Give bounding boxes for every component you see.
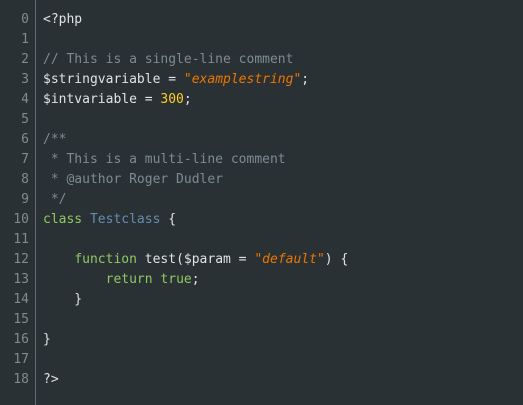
code-line[interactable]: 15	[0, 310, 523, 330]
line-number: 6	[21, 132, 29, 147]
code-line[interactable]: 4 $intvariable = 300;	[0, 90, 523, 110]
line-number: 14	[13, 292, 29, 307]
line-code: /**	[43, 130, 66, 150]
code-lines: 0 <?php 1 2// This is a single-line comment…	[0, 10, 523, 390]
code-line[interactable]: 6 /**	[0, 130, 523, 150]
code-line[interactable]: 1	[0, 30, 523, 50]
code-token-class: Testclass	[89, 212, 161, 227]
line-code: $stringvariable = "examplestring";	[43, 70, 309, 90]
code-token-plain: <?php	[43, 12, 83, 27]
line-number: 11	[13, 232, 29, 247]
code-token-plain: ;	[191, 272, 200, 287]
line-code: }	[43, 290, 82, 310]
line-number: 13	[13, 272, 29, 287]
code-token-plain: ?>	[43, 372, 59, 387]
line-number: 0	[21, 12, 29, 27]
code-token-var: $intvariable =	[43, 92, 161, 107]
code-token-comment: // This is a single-line comment	[43, 52, 294, 67]
line-number: 4	[21, 92, 29, 107]
code-line[interactable]: 9 */	[0, 190, 523, 210]
code-editor[interactable]: 0 <?php 1 2// This is a single-line comment…	[0, 0, 523, 405]
line-code: */	[43, 190, 67, 210]
code-token-comment: * @author Roger Dudler	[43, 172, 224, 187]
code-token-string: "examplestring"	[183, 72, 302, 87]
code-line[interactable]: 0 <?php	[0, 10, 523, 30]
code-token-keyword: function	[74, 252, 137, 267]
code-token-plain: }	[43, 292, 83, 307]
code-line[interactable]: 8 * @author Roger Dudler	[0, 170, 523, 190]
line-number: 1	[21, 32, 29, 47]
line-code: function test($param = "default") {	[43, 250, 348, 270]
code-line[interactable]: 7 * This is a multi-line comment	[0, 150, 523, 170]
code-token-plain: }	[43, 332, 51, 347]
line-code: class Testclass {	[43, 210, 176, 230]
line-code: // This is a single-line comment	[43, 50, 293, 70]
code-token-plain: test($param =	[136, 252, 255, 267]
code-line[interactable]: 11	[0, 230, 523, 250]
line-code: * @author Roger Dudler	[43, 170, 223, 190]
code-token-comment: */	[43, 192, 67, 207]
line-number: 17	[13, 352, 29, 367]
line-number: 3	[21, 72, 29, 87]
line-number: 5	[21, 112, 29, 127]
code-line[interactable]: 18 ?>	[0, 370, 523, 390]
code-line[interactable]: 13 return true;	[0, 270, 523, 290]
code-line[interactable]: 3 $stringvariable = "examplestring";	[0, 70, 523, 90]
line-number: 7	[21, 152, 29, 167]
line-number: 9	[21, 192, 29, 207]
code-line[interactable]: 14 }	[0, 290, 523, 310]
line-number: 10	[13, 212, 29, 227]
code-line[interactable]: 16}	[0, 330, 523, 350]
line-number: 18	[13, 372, 29, 387]
code-line[interactable]: 10 class Testclass {	[0, 210, 523, 230]
line-code: return true;	[43, 270, 200, 290]
line-number: 16	[13, 332, 29, 347]
code-token-keyword: return true	[105, 272, 192, 287]
code-token-plain: ;	[183, 92, 192, 107]
code-token-comment: * This is a multi-line comment	[43, 152, 286, 167]
line-code: * This is a multi-line comment	[43, 150, 286, 170]
code-token-string: "default"	[254, 252, 325, 267]
code-token-plain: {	[160, 212, 177, 227]
line-number: 8	[21, 172, 29, 187]
code-line[interactable]: 12 function test($param = "default") {	[0, 250, 523, 270]
code-line[interactable]: 2 // This is a single-line comment	[0, 50, 523, 70]
line-code: }	[43, 330, 51, 350]
line-number: 2	[21, 52, 29, 67]
line-code: $intvariable = 300;	[43, 90, 192, 110]
line-number: 15	[13, 312, 29, 327]
code-token-comment: /**	[43, 132, 67, 147]
code-token-var: $stringvariable =	[43, 72, 184, 87]
code-token-plain: ) {	[324, 252, 349, 267]
code-token-plain: ;	[301, 72, 310, 87]
code-token-keyword: class	[43, 212, 90, 227]
line-code: ?>	[43, 370, 59, 390]
code-line[interactable]: 17	[0, 350, 523, 370]
line-number: 12	[13, 252, 29, 267]
code-token-number: 300	[160, 92, 184, 107]
code-line[interactable]: 5	[0, 110, 523, 130]
line-code: <?php	[43, 10, 82, 30]
